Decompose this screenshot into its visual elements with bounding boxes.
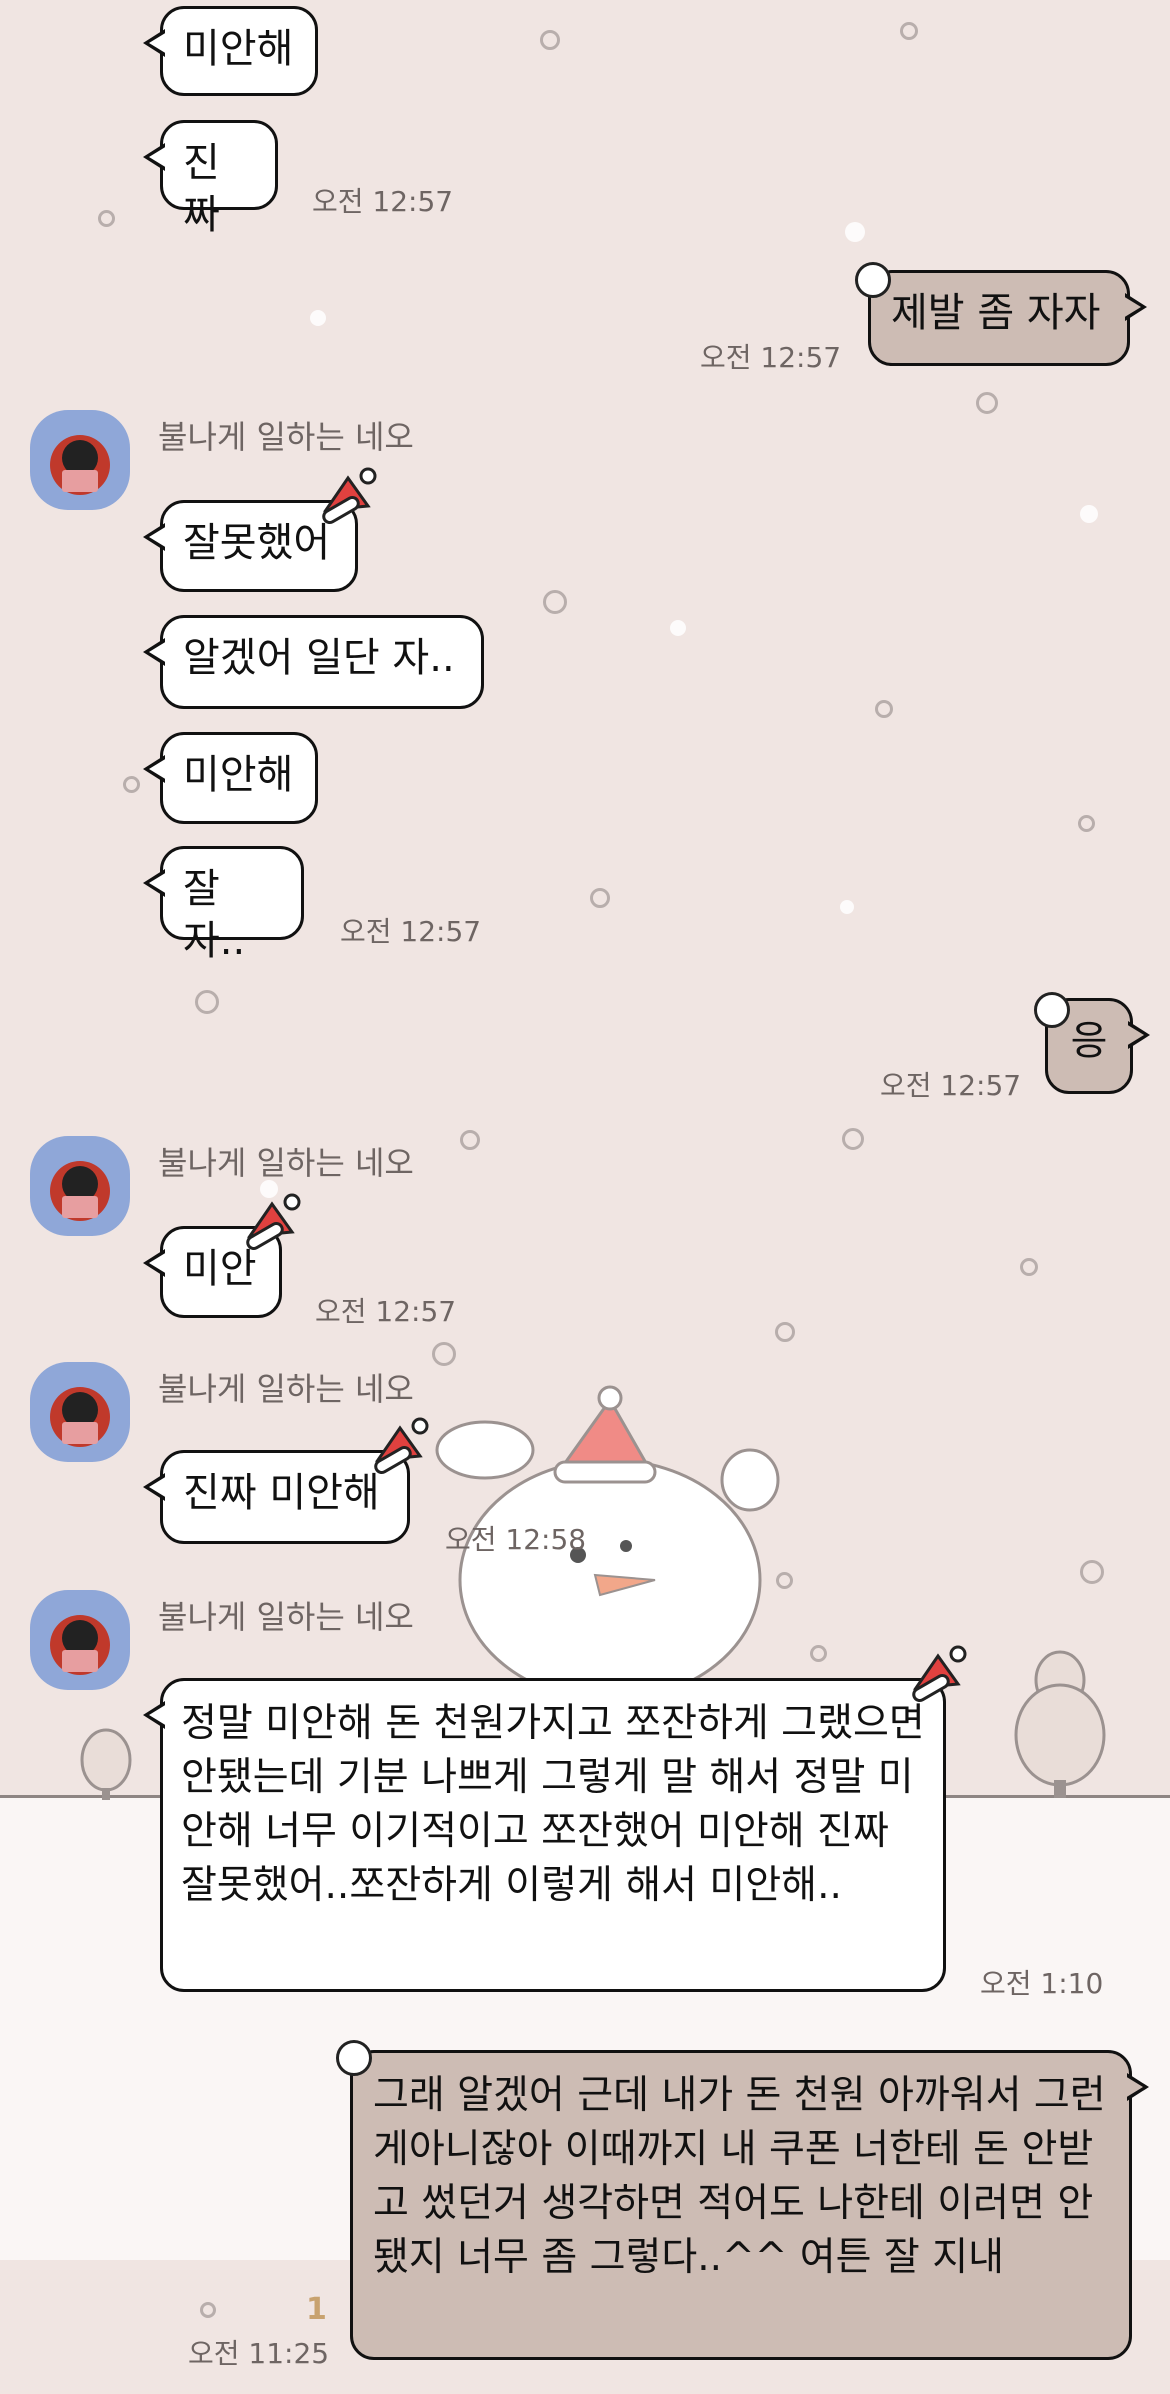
snowflake [900, 22, 918, 40]
snowflake [460, 1130, 480, 1150]
message-text: 알겠어 일단 자.. [183, 635, 455, 681]
snowflake [842, 1128, 864, 1150]
snow-tree-decoration [1014, 1650, 1106, 1798]
snowflake [310, 310, 326, 326]
message-text: 잘못했어 [183, 520, 331, 566]
message-timestamp: 오전 12:57 [880, 1069, 1022, 1102]
snowflake [845, 222, 865, 242]
message-timestamp: 오전 12:57 [312, 185, 454, 218]
neo-character-icon [50, 1615, 110, 1675]
message-text: 미안해 [183, 752, 294, 798]
message-timestamp: 오전 12:58 [445, 1523, 587, 1556]
message-text: 진짜 미안해 [183, 1470, 380, 1516]
sender-name: 불나게 일하는 네오 [158, 418, 414, 456]
message-bubble-incoming[interactable]: 알겠어 일단 자.. [143, 615, 484, 709]
message-text: 응 [1070, 1018, 1108, 1064]
snowflake [670, 620, 686, 636]
snowflake [543, 590, 567, 614]
snow-cap-decoration [855, 262, 891, 298]
snow-tree-decoration [80, 1728, 132, 1800]
avatar[interactable] [30, 1136, 130, 1236]
snowflake [540, 30, 560, 50]
message-bubble-outgoing[interactable]: 그래 알겠어 근데 내가 돈 천원 아까워서 그런게아니잖아 이때까지 내 쿠폰… [350, 2050, 1149, 2360]
snowflake [1020, 1258, 1038, 1276]
santa-hat-icon [912, 1645, 967, 1702]
snowflake [1078, 815, 1095, 832]
message-text: 잘자.. [183, 866, 246, 964]
message-text: 진짜 [183, 140, 220, 238]
snowflake [432, 1342, 456, 1366]
message-text: 정말 미안해 돈 천원가지고 쪼잔하게 그랬으면 안됐는데 기분 나쁘게 그렇게… [181, 1701, 925, 1908]
message-timestamp: 오전 11:25 [188, 2337, 330, 2370]
message-text: 그래 알겠어 근데 내가 돈 천원 아까워서 그런게아니잖아 이때까지 내 쿠폰… [373, 2073, 1106, 2280]
snow-cap-decoration [1034, 992, 1070, 1028]
snowflake [775, 1322, 795, 1342]
snow-cap-decoration [336, 2040, 372, 2076]
snowflake [98, 210, 115, 227]
neo-character-icon [50, 1387, 110, 1447]
santa-hat-icon [246, 1193, 301, 1250]
snowflake [810, 1645, 827, 1662]
snowflake [590, 888, 610, 908]
message-timestamp: 오전 12:57 [340, 915, 482, 948]
message-bubble-incoming[interactable]: 정말 미안해 돈 천원가지고 쪼잔하게 그랬으면 안됐는데 기분 나쁘게 그렇게… [143, 1678, 946, 1992]
message-text: 제발 좀 자자 [891, 290, 1101, 336]
message-bubble-incoming[interactable]: 진짜 [143, 120, 278, 238]
snowflake [840, 900, 854, 914]
snowflake [200, 2302, 216, 2318]
snowflake [195, 990, 219, 1014]
message-bubble-incoming[interactable]: 미안해 [143, 6, 318, 96]
santa-hat-icon [322, 467, 377, 524]
snowflake [1080, 1560, 1104, 1584]
message-text: 미안 [183, 1246, 257, 1292]
sender-name: 불나게 일하는 네오 [158, 1598, 414, 1636]
neo-character-icon [50, 435, 110, 495]
message-timestamp: 오전 12:57 [315, 1295, 457, 1328]
message-timestamp: 오전 12:57 [700, 341, 842, 374]
santa-hat-icon [374, 1417, 429, 1474]
snowflake [123, 776, 140, 793]
message-text: 미안해 [183, 26, 294, 72]
neo-character-icon [50, 1161, 110, 1221]
snowflake [1080, 505, 1098, 523]
sender-name: 불나게 일하는 네오 [158, 1370, 414, 1408]
avatar[interactable] [30, 410, 130, 510]
unread-count-badge: 1 [306, 2292, 327, 2327]
snowflake [875, 700, 893, 718]
message-bubble-incoming[interactable]: 잘자.. [143, 846, 304, 964]
message-bubble-outgoing[interactable]: 제발 좀 자자 [868, 270, 1147, 366]
avatar[interactable] [30, 1362, 130, 1462]
avatar[interactable] [30, 1590, 130, 1690]
sender-name: 불나게 일하는 네오 [158, 1144, 414, 1182]
message-timestamp: 오전 1:10 [980, 1967, 1104, 2000]
snowflake [976, 392, 998, 414]
message-bubble-incoming[interactable]: 미안해 [143, 732, 318, 824]
